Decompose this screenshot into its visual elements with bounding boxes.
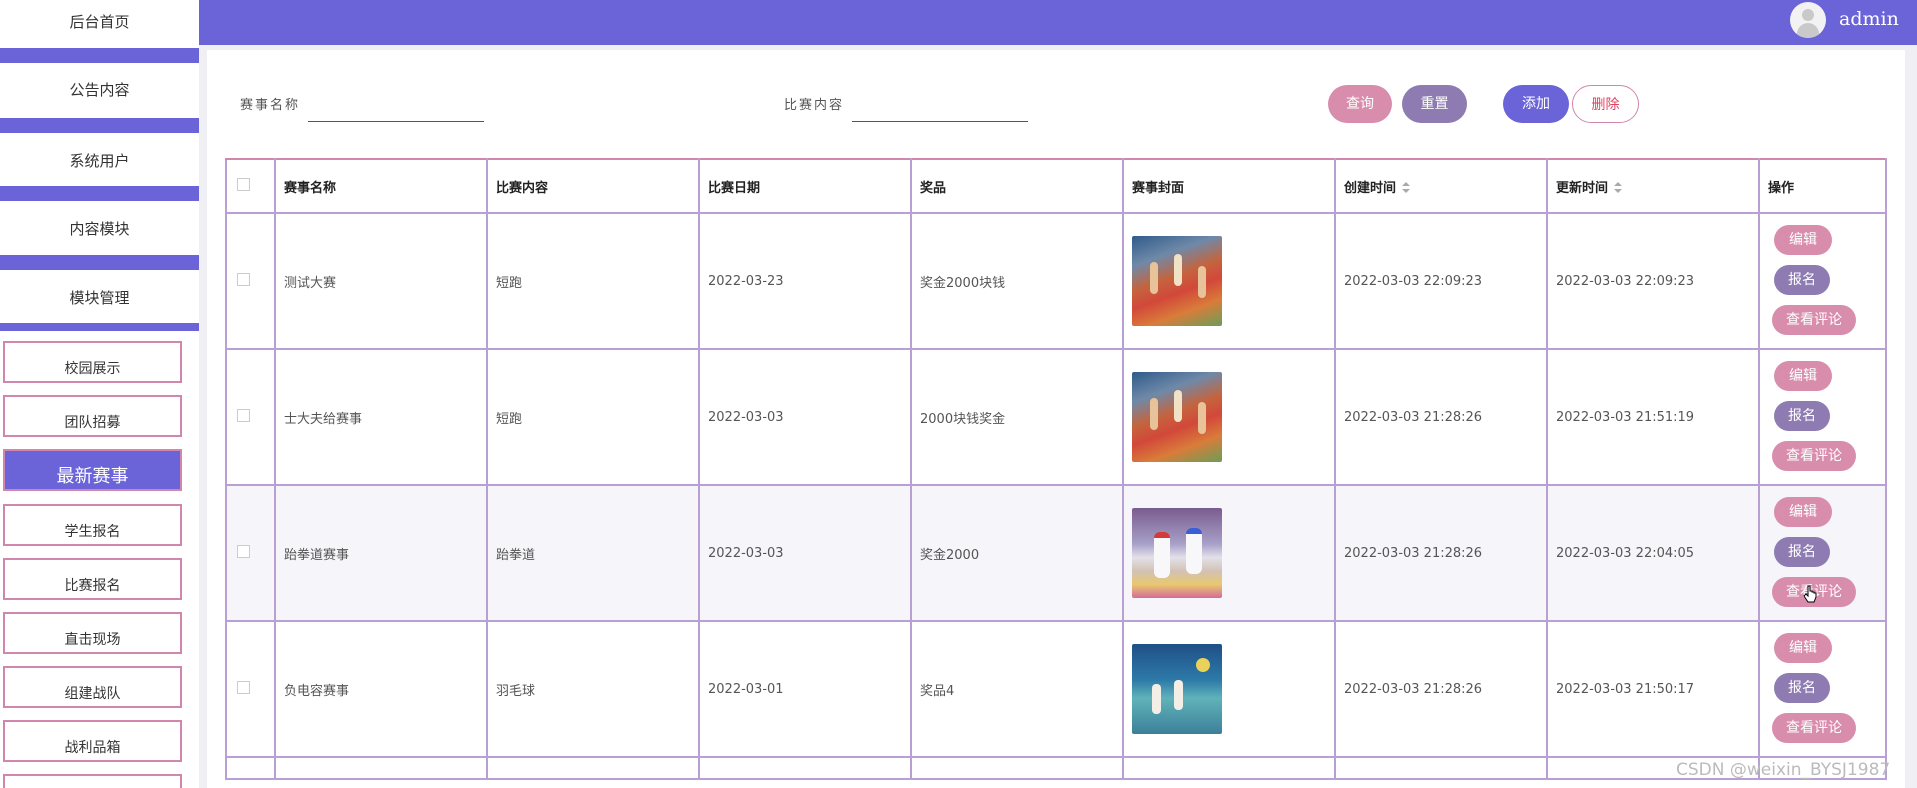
col-cover: 赛事封面: [1122, 158, 1336, 214]
cell-name: 测试大赛: [274, 212, 488, 350]
cell-content: 羽毛球: [486, 620, 700, 758]
table-row: 士大夫给赛事 短跑 2022-03-03 2000块钱奖金 2022-03-03…: [225, 348, 1887, 486]
event-content-label: 比赛内容: [784, 98, 845, 113]
signup-button[interactable]: 报名: [1774, 401, 1830, 431]
taekwondo-icon[interactable]: [1132, 508, 1222, 598]
event-content-input[interactable]: [852, 98, 1028, 122]
nav-live-scene[interactable]: 直击现场: [3, 612, 182, 654]
signup-button[interactable]: 报名: [1774, 673, 1830, 703]
badminton-icon[interactable]: [1132, 644, 1222, 734]
nav-divider: [0, 118, 199, 133]
nav-student-signup[interactable]: 学生报名: [3, 504, 182, 546]
sidebar: 后台首页 公告内容 系统用户 内容模块 模块管理 校园展示 团队招募 最新赛事 …: [0, 0, 199, 788]
signup-button[interactable]: 报名: [1774, 537, 1830, 567]
nav-home[interactable]: 后台首页: [0, 0, 199, 44]
delete-button[interactable]: 删除: [1572, 85, 1639, 123]
username[interactable]: admin: [1839, 8, 1899, 30]
row-checkbox[interactable]: [237, 544, 250, 558]
cell-date: 2022-03-03: [698, 348, 912, 486]
view-comments-button[interactable]: 查看评论: [1772, 305, 1856, 335]
sort-icon[interactable]: [1402, 182, 1411, 194]
nav-latest-events[interactable]: 最新赛事: [3, 449, 182, 491]
reset-button[interactable]: 重置: [1402, 85, 1467, 123]
table-row: [225, 756, 1887, 780]
cell-prize: 奖金2000块钱: [910, 212, 1124, 350]
cell-content: 短跑: [486, 212, 700, 350]
nav-system-users[interactable]: 系统用户: [0, 133, 199, 189]
nav-loot-box[interactable]: 战利品箱: [3, 720, 182, 762]
nav-module-management[interactable]: 模块管理: [0, 270, 199, 326]
nav-competition-signup[interactable]: 比赛报名: [3, 558, 182, 600]
edit-button[interactable]: 编辑: [1774, 225, 1832, 255]
col-content: 比赛内容: [486, 158, 700, 214]
cell-updated: 2022-03-03 22:09:23: [1546, 212, 1760, 350]
add-button[interactable]: 添加: [1503, 85, 1569, 123]
table-row: 测试大赛 短跑 2022-03-23 奖金2000块钱 2022-03-03 2…: [225, 212, 1887, 350]
signup-button[interactable]: 报名: [1774, 265, 1830, 295]
cell-created: 2022-03-03 22:09:23: [1334, 212, 1548, 350]
cell-updated: 2022-03-03 21:50:17: [1546, 620, 1760, 758]
edit-button[interactable]: 编辑: [1774, 633, 1832, 663]
cell-created: 2022-03-03 21:28:26: [1334, 620, 1548, 758]
row-checkbox[interactable]: [237, 272, 250, 286]
track-icon[interactable]: [1132, 372, 1222, 462]
nav-announcements[interactable]: 公告内容: [0, 63, 199, 117]
cell-updated: 2022-03-03 22:04:05: [1546, 484, 1760, 622]
nav-team-recruitment[interactable]: 团队招募: [3, 395, 182, 437]
nav-divider: [0, 186, 199, 201]
view-comments-button[interactable]: 查看评论: [1772, 441, 1856, 471]
col-updated-label: 更新时间: [1556, 180, 1609, 196]
nav-content-modules[interactable]: 内容模块: [0, 201, 199, 257]
sort-icon[interactable]: [1614, 182, 1623, 194]
events-table: 赛事名称 比赛内容 比赛日期 奖品 赛事封面 创建时间 更新时间 操作 测试大赛…: [225, 158, 1887, 780]
cell-prize: 2000块钱奖金: [910, 348, 1124, 486]
event-name-input[interactable]: [308, 98, 484, 122]
edit-button[interactable]: 编辑: [1774, 497, 1832, 527]
edit-button[interactable]: 编辑: [1774, 361, 1832, 391]
cell-name: 负电容赛事: [274, 620, 488, 758]
cell-prize: 奖品4: [910, 620, 1124, 758]
user-icon: [1802, 9, 1814, 21]
nav-campus-showcase[interactable]: 校园展示: [3, 341, 182, 383]
event-name-label: 赛事名称: [240, 98, 301, 113]
table-row: 跆拳道赛事 跆拳道 2022-03-03 奖金2000 2022-03-03 2…: [225, 484, 1887, 622]
table-header-row: 赛事名称 比赛内容 比赛日期 奖品 赛事封面 创建时间 更新时间 操作: [225, 158, 1887, 214]
cell-created: 2022-03-03 21:28:26: [1334, 348, 1548, 486]
cell-content: 短跑: [486, 348, 700, 486]
col-created-label: 创建时间: [1344, 180, 1397, 196]
col-updated[interactable]: 更新时间: [1546, 158, 1760, 214]
row-checkbox[interactable]: [237, 408, 250, 422]
top-header: [199, 0, 1917, 45]
nav-build-team[interactable]: 组建战队: [3, 666, 182, 708]
avatar[interactable]: [1790, 2, 1826, 38]
cell-date: 2022-03-23: [698, 212, 912, 350]
select-all-checkbox[interactable]: [237, 177, 250, 191]
col-date: 比赛日期: [698, 158, 912, 214]
cell-updated: 2022-03-03 21:51:19: [1546, 348, 1760, 486]
nav-divider: [0, 323, 199, 331]
watermark: CSDN @weixin_BYSJ1987: [1676, 760, 1891, 780]
col-created[interactable]: 创建时间: [1334, 158, 1548, 214]
hand-cursor-icon: [1803, 585, 1817, 603]
cell-prize: 奖金2000: [910, 484, 1124, 622]
track-icon[interactable]: [1132, 236, 1222, 326]
col-actions: 操作: [1758, 158, 1887, 214]
nav-divider: [0, 48, 199, 63]
query-button[interactable]: 查询: [1328, 85, 1392, 123]
row-checkbox[interactable]: [237, 680, 250, 694]
cell-date: 2022-03-01: [698, 620, 912, 758]
cell-date: 2022-03-03: [698, 484, 912, 622]
cell-name: 跆拳道赛事: [274, 484, 488, 622]
select-all-cell: [225, 158, 276, 214]
view-comments-button[interactable]: 查看评论: [1772, 713, 1856, 743]
col-event-name: 赛事名称: [274, 158, 488, 214]
col-prize: 奖品: [910, 158, 1124, 214]
table-row: 负电容赛事 羽毛球 2022-03-01 奖品4 2022-03-03 21:2…: [225, 620, 1887, 758]
cell-created: 2022-03-03 21:28:26: [1334, 484, 1548, 622]
cell-content: 跆拳道: [486, 484, 700, 622]
nav-more[interactable]: [3, 774, 182, 788]
nav-divider: [0, 255, 199, 270]
cell-name: 士大夫给赛事: [274, 348, 488, 486]
